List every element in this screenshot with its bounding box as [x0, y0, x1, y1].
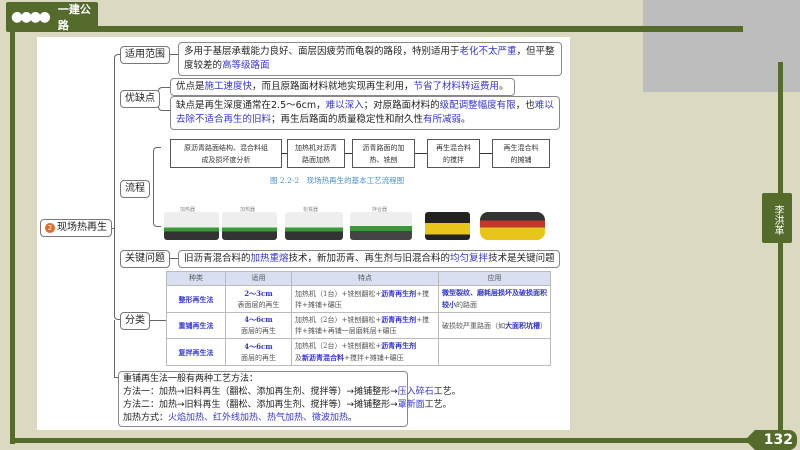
cell-type: 整形再生法: [166, 285, 226, 313]
connector: [150, 320, 166, 321]
col-header: 种类: [166, 271, 226, 286]
table-row: 重铺再生法 4～6cm 面层的再生 加热机（2台）+铣刨翻松+沥青再生剂+搅拌+摊…: [166, 312, 551, 339]
flow-step-5: 再生混合料的摊铺: [492, 139, 550, 168]
col-header: 应用: [438, 271, 551, 286]
cell-application: 微型裂纹、磨耗层损坏及破损面积较小的路面: [438, 285, 551, 313]
flow-arrow: [415, 153, 427, 154]
cell-scope: 4～6cm 面层的再生: [225, 338, 292, 366]
table-header: 种类 适用 特点 应用: [166, 271, 551, 286]
cell-application: [438, 338, 551, 366]
table-row: 整形再生法 2～3cm 表面层的再生 加热机（1台）+铣刨翻松+沥青再生剂+搅拌+…: [166, 285, 551, 313]
top-rule: [10, 26, 743, 32]
milling-machine-image: [285, 212, 343, 240]
note-line: 重铺再生法一般有两种工艺方法：: [123, 374, 259, 384]
flow-arrow: [345, 153, 352, 154]
col-header: 适用: [225, 271, 292, 286]
flow-step-4: 再生混合料的搅拌: [427, 139, 480, 168]
flow-step-2: 加热机对沥青路面加热: [287, 139, 345, 168]
central-node-label: 现场热再生: [57, 222, 107, 233]
cell-scope: 4～6cm 面层的再生: [225, 312, 292, 339]
flow-arrow: [480, 153, 492, 154]
author-tag: 李洪革: [762, 193, 792, 243]
pros-text: 优点是施工速度快，而且原路面材料就地实现再生利用，节省了材料转运费用。: [170, 78, 515, 96]
cell-type: 重铺再生法: [166, 312, 226, 339]
gray-panel: [643, 0, 800, 92]
flow-step-3: 沥青路面的加热、铣刨: [352, 139, 415, 168]
note-line: 加热方式：火焰加热、红外线加热、热气加热、微波加热。: [123, 413, 358, 423]
key-issue-text: 旧沥青混合料的加热重熔技术，新加沥青、再生剂与旧混合料的均匀复拌技术是关键问题: [178, 250, 560, 268]
central-node[interactable]: 2 现场热再生: [40, 219, 112, 237]
col-header: 特点: [291, 271, 439, 286]
connector: [153, 147, 161, 227]
cell-type: 复拌再生法: [166, 338, 226, 366]
node-key-issue[interactable]: 关键问题: [120, 250, 170, 268]
paver-image: [425, 212, 470, 240]
flow-step-1: 原沥青路面结构、混合料组成及损坏度分析: [170, 139, 282, 168]
people-icon: ●●●●: [11, 9, 51, 25]
left-rule: [10, 26, 15, 444]
scope-text: 多用于基层承载能力良好、面层因疲劳而龟裂的路段，特别适用于老化不太严重，但平整度…: [178, 42, 562, 76]
note-line: 方法一：加热→旧料再生（翻松、添加再生剂、搅拌等）→摊铺整形→压入碎石工艺。: [123, 387, 461, 397]
cons-text: 缺点是再生深度通常在2.5～6cm，难以深入；对原路面材料的级配调整幅度有限，也…: [170, 96, 560, 130]
cell-features: 加热机（1台）+铣刨翻松+沥青再生剂+搅拌+摊铺+碾压: [291, 285, 439, 313]
cell-application: 破损较严重路面（如大面积坑槽）: [438, 312, 551, 339]
node-scope[interactable]: 适用范围: [120, 46, 170, 64]
classification-table: 种类 适用 特点 应用 整形再生法 2～3cm 表面层的再生 加热机（1台）+铣刨…: [166, 271, 551, 366]
header-tab: ●●●● 一建公路: [6, 2, 98, 32]
note-box: 重铺再生法一般有两种工艺方法： 方法一：加热→旧料再生（翻松、添加再生剂、搅拌等…: [118, 371, 461, 427]
bottom-rule: [10, 438, 748, 443]
header-title: 一建公路: [57, 3, 91, 32]
node-classification[interactable]: 分类: [120, 312, 150, 330]
badge-icon: 2: [45, 223, 55, 233]
cell-features: 加热机（2台）+铣刨翻松+沥青再生剂 及新沥青混合料+搅拌+摊铺+碾压: [291, 338, 439, 366]
heater-machine-image: [222, 212, 277, 240]
cell-scope: 2～3cm 表面层的再生: [225, 285, 292, 313]
heater-machine-image: [164, 212, 219, 240]
connector: [114, 320, 119, 378]
roller-image: [480, 212, 545, 240]
mixer-machine-image: [350, 212, 412, 240]
node-pros-cons[interactable]: 优缺点: [120, 90, 160, 108]
node-process[interactable]: 流程: [120, 180, 150, 198]
cell-features: 加热机（2台）+铣刨翻松+沥青再生剂+搅拌+摊铺+再铺一层磨耗层+碾压: [291, 312, 439, 339]
page-number: 132: [745, 430, 797, 450]
table-row: 复拌再生法 4～6cm 面层的再生 加热机（2台）+铣刨翻松+沥青再生剂 及新沥青混…: [166, 338, 551, 366]
note-line: 方法二：加热→旧料再生（翻松、添加再生剂、搅拌等）→摊铺整形→罩新面工艺。: [123, 400, 452, 410]
flow-caption: 图 2.2-2 现场热再生的基本工艺流程图: [270, 176, 405, 185]
right-rule: [778, 62, 783, 434]
